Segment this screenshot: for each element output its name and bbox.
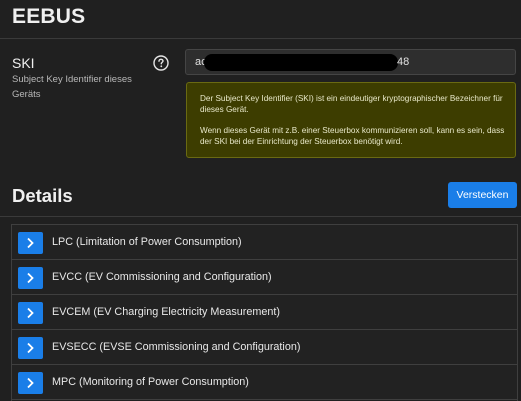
info-paragraph: Der Subject Key Identifier (SKI) ist ein… [200,94,503,114]
accordion-item-label: EVSECC (EVSE Commissioning and Configura… [52,341,301,353]
details-accordion: LPC (Limitation of Power Consumption) EV… [11,224,518,401]
help-icon[interactable] [153,55,169,71]
ski-field[interactable]: ac 48 [185,49,516,75]
accordion-item-label: EVCEM (EV Charging Electricity Measureme… [52,306,281,318]
expand-button[interactable] [18,267,43,289]
chevron-right-icon [27,307,34,319]
accordion-item-label: EVCC (EV Commissioning and Configuration… [52,271,272,283]
hide-details-button[interactable]: Verstecken [448,182,517,208]
expand-button[interactable] [18,372,43,394]
expand-button[interactable] [18,337,43,359]
info-paragraph: Wenn dieses Gerät mit z.B. einer Steuerb… [200,126,505,146]
chevron-right-icon [27,342,34,354]
accordion-item-mpc[interactable]: MPC (Monitoring of Power Consumption) [12,365,517,400]
redaction-bar [204,54,398,71]
details-heading: Details [12,185,73,206]
chevron-right-icon [27,237,34,249]
expand-button[interactable] [18,232,43,254]
ski-info-box: Der Subject Key Identifier (SKI) ist ein… [186,82,516,158]
chevron-right-icon [27,272,34,284]
expand-button[interactable] [18,302,43,324]
accordion-item-evcc[interactable]: EVCC (EV Commissioning and Configuration… [12,260,517,295]
details-divider [0,216,521,217]
ski-label: SKI [12,55,35,71]
accordion-item-evsecc[interactable]: EVSECC (EVSE Commissioning and Configura… [12,330,517,365]
accordion-item-label: LPC (Limitation of Power Consumption) [52,236,242,248]
ski-value-suffix: 48 [397,56,410,68]
title-divider [0,38,521,39]
chevron-right-icon [27,377,34,389]
page-title: EEBUS [12,5,86,28]
accordion-item-lpc[interactable]: LPC (Limitation of Power Consumption) [12,225,517,260]
accordion-item-label: MPC (Monitoring of Power Consumption) [52,376,249,388]
accordion-item-evcem[interactable]: EVCEM (EV Charging Electricity Measureme… [12,295,517,330]
ski-sublabel: Subject Key Identifier dieses Geräts [12,74,132,100]
